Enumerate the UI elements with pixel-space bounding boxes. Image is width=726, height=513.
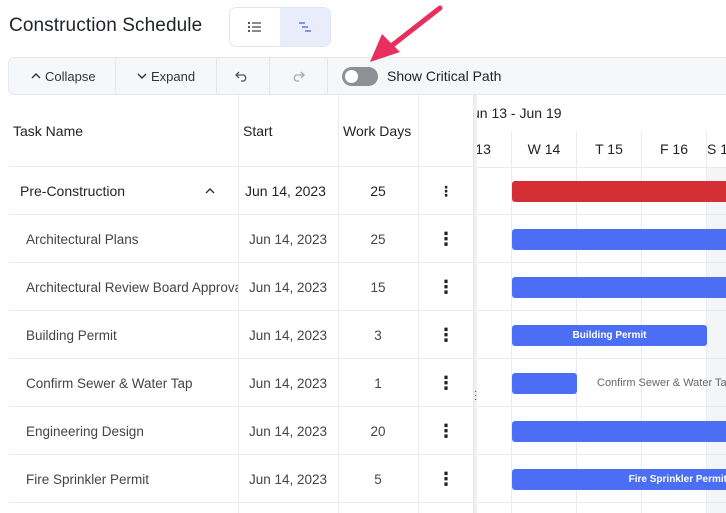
task-work-days: 5	[374, 471, 382, 487]
row-menu-icon[interactable]: ⋮	[419, 167, 473, 215]
gantt-bar-critical[interactable]	[512, 181, 726, 202]
page-title: Construction Schedule	[9, 15, 203, 36]
table-row[interactable]: Architectural Plans Jun 14, 2023 25 ⋮	[9, 215, 473, 263]
day-header: T 15	[595, 141, 623, 157]
row-menu-icon[interactable]: ⋮	[419, 455, 473, 503]
task-work-days: 15	[370, 279, 386, 295]
view-toggle	[229, 7, 331, 47]
critical-path-label: Show Critical Path	[387, 68, 502, 84]
table-row[interactable]: Pre-Construction Jun 14, 2023 25 ⋮	[9, 167, 473, 215]
redo-icon	[293, 71, 305, 82]
day-header: F 16	[659, 141, 688, 157]
row-menu-icon[interactable]: ⋮	[419, 215, 473, 263]
task-name: Architectural Review Board Approval	[26, 279, 238, 295]
task-name: Pre-Construction	[20, 183, 126, 199]
table-row[interactable]: Fire Sprinkler Permit Jun 14, 2023 5 ⋮	[9, 455, 473, 503]
row-menu-icon[interactable]: ⋮	[419, 359, 473, 407]
annotation-arrow-icon	[370, 5, 443, 62]
undo-icon	[235, 71, 247, 82]
row-menu-icon[interactable]: ⋮	[419, 263, 473, 311]
task-start: Jun 14, 2023	[249, 471, 328, 487]
task-name: Building Permit	[26, 327, 117, 343]
redo-button[interactable]	[291, 58, 305, 94]
task-name: Architectural Plans	[26, 231, 139, 247]
gantt-bar[interactable]	[512, 373, 577, 394]
row-menu-icon[interactable]: ⋮	[419, 311, 473, 359]
list-view-button[interactable]	[230, 8, 280, 46]
gantt-bar[interactable]	[512, 229, 726, 250]
collapse-button[interactable]: Collapse	[31, 58, 96, 94]
column-header-work-days[interactable]: Work Days	[343, 95, 411, 167]
collapse-group-icon[interactable]	[205, 167, 225, 215]
column-header-task-name[interactable]: Task Name	[13, 95, 83, 167]
row-menu-icon[interactable]: ⋮	[419, 407, 473, 455]
week-header: Jun 13 - Jun 19	[477, 105, 562, 121]
task-start: Jun 14, 2023	[249, 327, 328, 343]
chevron-up-icon	[31, 73, 41, 79]
grid-header: Task Name Start Work Days	[9, 95, 473, 167]
task-start: Jun 14, 2023	[245, 183, 326, 199]
task-work-days: 3	[374, 327, 382, 343]
task-start: Jun 14, 2023	[249, 423, 328, 439]
toggle-switch[interactable]	[342, 66, 378, 86]
task-name: Fire Sprinkler Permit	[26, 471, 150, 487]
day-header: T 13	[477, 141, 491, 157]
undo-button[interactable]	[235, 58, 249, 94]
column-header-start[interactable]: Start	[243, 95, 273, 167]
task-grid: Task Name Start Work Days Pre-Constructi…	[9, 95, 473, 513]
task-work-days: 25	[370, 231, 386, 247]
task-work-days: 20	[370, 423, 386, 439]
task-start: Jun 14, 2023	[249, 279, 328, 295]
task-name: Confirm Sewer & Water Tap	[26, 375, 193, 391]
list-view-icon	[247, 21, 261, 33]
task-name: Engineering Design	[26, 423, 144, 439]
gantt-bar-label: Confirm Sewer & Water Tap	[597, 377, 726, 389]
table-row[interactable]: Engineering Design Jun 14, 2023 20 ⋮	[9, 407, 473, 455]
task-start: Jun 14, 2023	[249, 375, 328, 391]
table-row[interactable]: Building Permit Jun 14, 2023 3 ⋮	[9, 311, 473, 359]
weekend-column	[706, 167, 726, 513]
gantt-bar[interactable]	[512, 421, 726, 442]
gantt-chart: Jun 13 - Jun 19 T 13 W 14 T 15 F 16 S 17…	[477, 95, 726, 513]
task-start: Jun 14, 2023	[249, 231, 328, 247]
day-header: W 14	[527, 141, 561, 157]
day-header: S 17	[707, 141, 726, 157]
gantt-view-button[interactable]	[280, 8, 330, 46]
task-work-days: 1	[374, 375, 382, 391]
table-row[interactable]: Confirm Sewer & Water Tap Jun 14, 2023 1…	[9, 359, 473, 407]
expand-label: Expand	[151, 68, 196, 84]
chevron-down-icon	[137, 73, 147, 79]
expand-button[interactable]: Expand	[137, 58, 195, 94]
table-row[interactable]: Architectural Review Board Approval Jun …	[9, 263, 473, 311]
gantt-bar[interactable]: Building Permit	[512, 325, 707, 346]
gantt-bar[interactable]	[512, 277, 726, 298]
task-work-days: 25	[370, 183, 386, 199]
gantt-bar[interactable]: Fire Sprinkler Permit	[512, 469, 726, 490]
collapse-label: Collapse	[45, 68, 96, 84]
gantt-view-icon	[299, 22, 311, 32]
